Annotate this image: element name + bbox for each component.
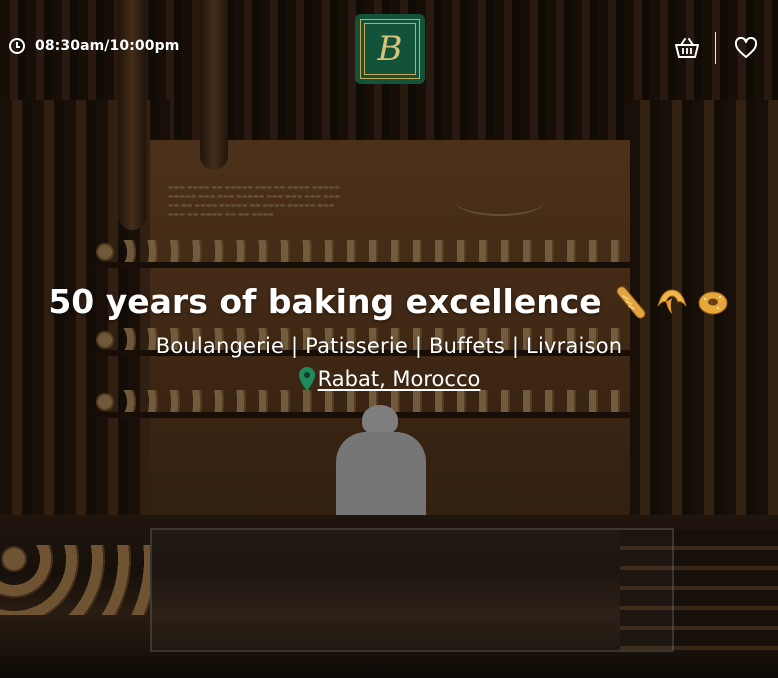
basket-icon	[674, 38, 699, 58]
bagel-emoji	[698, 291, 728, 315]
baguette-emoji	[616, 286, 646, 319]
brand-logo[interactable]: B	[355, 14, 425, 84]
header-actions	[671, 32, 763, 64]
hero-subtitle: Boulangerie | Patisserie | Buffets | Liv…	[155, 334, 623, 358]
favorites-button[interactable]	[730, 32, 762, 64]
hero-title: 50 years of baking excellence	[48, 282, 602, 321]
clock-icon	[9, 38, 25, 54]
cart-button[interactable]	[671, 32, 703, 64]
hero-title-line: 50 years of baking excellence	[48, 278, 729, 326]
location-text: Rabat, Morocco	[317, 367, 481, 391]
opening-hours: 08:30am/10:00pm	[9, 38, 179, 54]
logo-letter: B	[377, 29, 403, 69]
map-pin-icon	[298, 367, 315, 391]
opening-hours-text: 08:30am/10:00pm	[35, 38, 180, 54]
hero-emoji-row	[612, 284, 730, 320]
location-link[interactable]: Rabat, Morocco	[298, 366, 481, 392]
heart-icon	[734, 37, 758, 58]
hero-section: 50 years of baking excellence Boulangeri…	[0, 278, 778, 396]
croissant-emoji	[657, 289, 687, 314]
header-divider	[714, 32, 716, 64]
